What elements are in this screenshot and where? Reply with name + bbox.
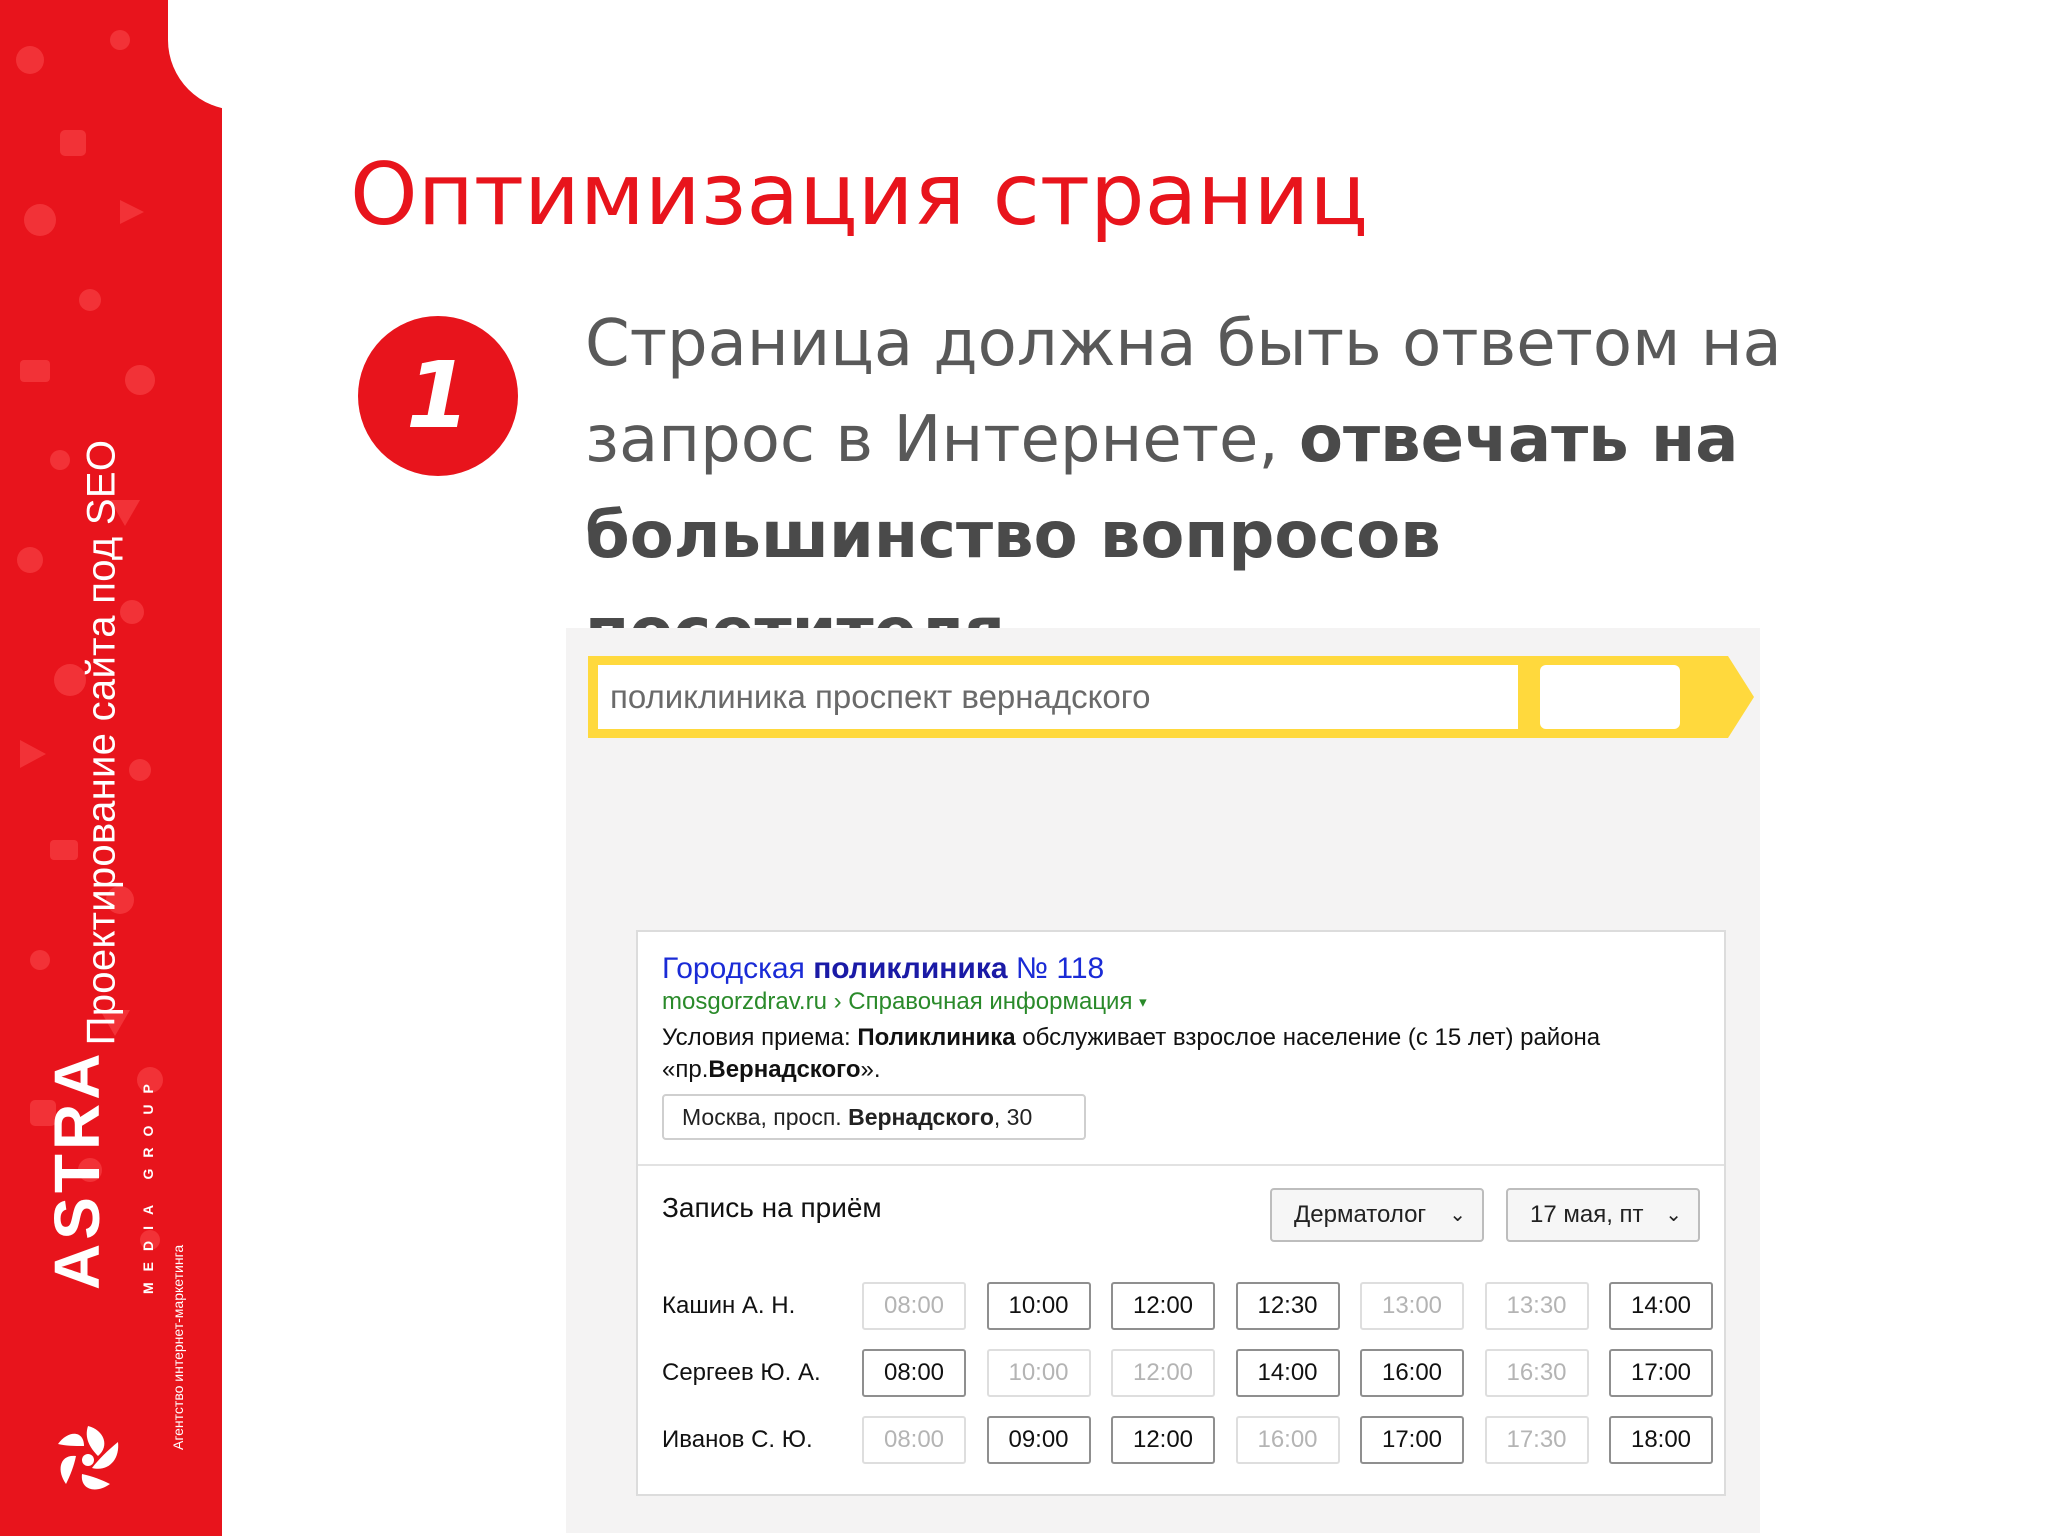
- logo-subtitle: MEDIA GROUP: [140, 1073, 156, 1294]
- time-slot-button[interactable]: 12:00: [1111, 1282, 1215, 1330]
- address-chip[interactable]: Москва, просп. Вернадского, 30: [662, 1094, 1086, 1140]
- search-bar-arrow: [1728, 656, 1754, 738]
- time-slot-button: 13:00: [1360, 1282, 1464, 1330]
- search-result-card: Городская поликлиника № 118 mosgorzdrav.…: [636, 930, 1726, 1496]
- search-bar: [588, 656, 1754, 738]
- doctor-name: Сергеев Ю. А.: [662, 1359, 821, 1386]
- time-slot-button: 12:00: [1111, 1349, 1215, 1397]
- date-select[interactable]: 17 мая, пт ⌄: [1506, 1188, 1700, 1242]
- time-slot-button: 16:30: [1484, 1349, 1589, 1397]
- time-slot-button: 16:00: [1235, 1416, 1340, 1464]
- time-slot-button[interactable]: 08:00: [862, 1349, 966, 1397]
- logo-wordmark: ASTRA: [41, 1049, 113, 1290]
- result-url[interactable]: mosgorzdrav.ru › Справочная информация ▾: [662, 988, 1147, 1016]
- time-slot-button[interactable]: 09:00: [986, 1416, 1091, 1464]
- time-slot-button: 08:00: [862, 1282, 966, 1330]
- time-slot-button[interactable]: 17:00: [1360, 1416, 1464, 1464]
- result-snippet: Условия приема: Поликлиника обслуживает …: [662, 1024, 1601, 1083]
- chevron-down-icon: ⌄: [1449, 1204, 1466, 1226]
- time-slot-button[interactable]: 14:00: [1609, 1282, 1713, 1330]
- booking-title: Запись на приём: [662, 1192, 882, 1223]
- time-slot-button: 10:00: [986, 1349, 1091, 1397]
- time-slot-button[interactable]: 14:00: [1235, 1349, 1340, 1397]
- result-title-link[interactable]: Городская поликлиника № 118: [662, 952, 1104, 986]
- result-header: Городская поликлиника № 118 mosgorzdrav.…: [638, 932, 1724, 1166]
- chevron-down-icon: ⌄: [1665, 1204, 1682, 1226]
- time-slot-button[interactable]: 10:00: [986, 1282, 1091, 1330]
- doctor-name: Кашин А. Н.: [662, 1292, 796, 1319]
- time-slot-button[interactable]: 18:00: [1609, 1416, 1713, 1464]
- time-slot-button: 13:30: [1484, 1282, 1589, 1330]
- url-dropdown-icon[interactable]: ▾: [1139, 994, 1147, 1011]
- time-slot-button: 08:00: [862, 1416, 966, 1464]
- lead-paragraph: Страница должна быть ответом на запрос в…: [585, 296, 1825, 680]
- search-button[interactable]: [1540, 665, 1680, 729]
- specialty-select[interactable]: Дерматолог ⌄: [1270, 1188, 1484, 1242]
- time-slot-button: 17:30: [1484, 1416, 1589, 1464]
- slide-title: Оптимизация страниц: [350, 145, 1368, 245]
- doctor-name: Иванов С. Ю.: [662, 1426, 813, 1453]
- step-number-badge: 1: [358, 316, 518, 476]
- time-slot-button[interactable]: 12:00: [1111, 1416, 1215, 1464]
- vertical-presentation-title: Проектирование сайта под SEO: [79, 439, 124, 1046]
- time-slot-button[interactable]: 12:30: [1235, 1282, 1340, 1330]
- logo-tagline: Агентство интернет-маркетинга: [170, 1244, 186, 1450]
- time-slot-button[interactable]: 16:00: [1360, 1349, 1464, 1397]
- time-slot-button[interactable]: 17:00: [1609, 1349, 1713, 1397]
- search-input[interactable]: [598, 665, 1518, 729]
- search-screenshot: Городская поликлиника № 118 mosgorzdrav.…: [566, 628, 1760, 1533]
